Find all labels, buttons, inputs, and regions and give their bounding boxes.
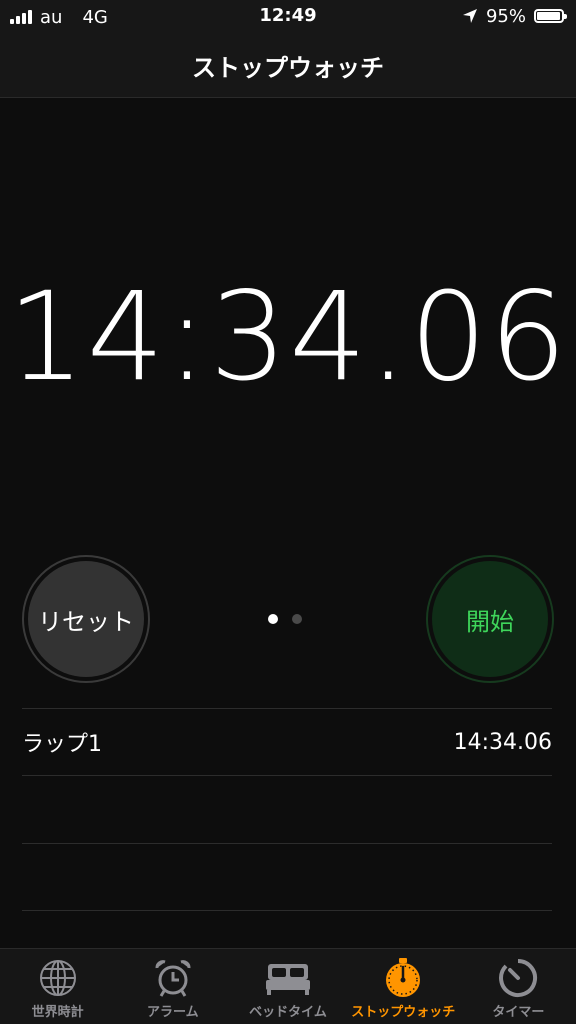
page-indicator[interactable] <box>268 614 302 624</box>
stopwatch-icon <box>383 957 423 999</box>
page-dot-2 <box>292 614 302 624</box>
tab-label: ストップウォッチ <box>351 1005 456 1020</box>
lap-divider <box>22 775 552 776</box>
tab-stopwatch[interactable]: ストップウォッチ <box>346 949 461 1024</box>
page-title: ストップウォッチ <box>192 54 384 82</box>
location-arrow-icon <box>462 9 477 23</box>
stopwatch-display: 14:34.06 <box>7 266 569 408</box>
page-dot-1 <box>268 614 278 624</box>
tab-bar: 世界時計 アラーム ベッドタイム ストップウォッチ タイマー <box>0 948 576 1024</box>
tab-label: ベッドタイム <box>249 1005 327 1020</box>
tab-label: アラーム <box>146 1005 199 1020</box>
bed-icon <box>263 957 313 999</box>
stopwatch-screen: au 4G 12:49 95% ストップウォッチ 14:34.06 リセット 開… <box>0 0 576 1024</box>
reset-button[interactable]: リセット <box>22 555 150 683</box>
lap-label: ラップ1 <box>22 732 102 757</box>
timer-icon <box>498 957 538 999</box>
start-button[interactable]: 開始 <box>426 555 554 683</box>
tab-alarm[interactable]: アラーム <box>115 949 230 1024</box>
globe-icon <box>38 957 78 999</box>
tab-label: タイマー <box>492 1005 545 1020</box>
lap-row: ラップ1 14:34.06 <box>22 709 552 775</box>
status-bar: au 4G 12:49 95% <box>0 0 576 34</box>
battery-percent: 95% <box>485 5 526 27</box>
tab-bedtime[interactable]: ベッドタイム <box>230 949 345 1024</box>
tab-world-clock[interactable]: 世界時計 <box>0 949 115 1024</box>
reset-button-label: リセット <box>28 561 144 677</box>
lap-time: 14:34.06 <box>453 729 552 755</box>
start-button-label: 開始 <box>432 561 548 677</box>
lap-divider <box>22 910 552 911</box>
battery-icon <box>534 9 567 23</box>
tab-label: 世界時計 <box>31 1005 84 1020</box>
tab-timer[interactable]: タイマー <box>461 949 576 1024</box>
status-right: 95% <box>462 5 567 27</box>
lap-divider <box>22 843 552 844</box>
alarm-clock-icon <box>153 957 193 999</box>
navigation-bar: ストップウォッチ <box>0 34 576 98</box>
